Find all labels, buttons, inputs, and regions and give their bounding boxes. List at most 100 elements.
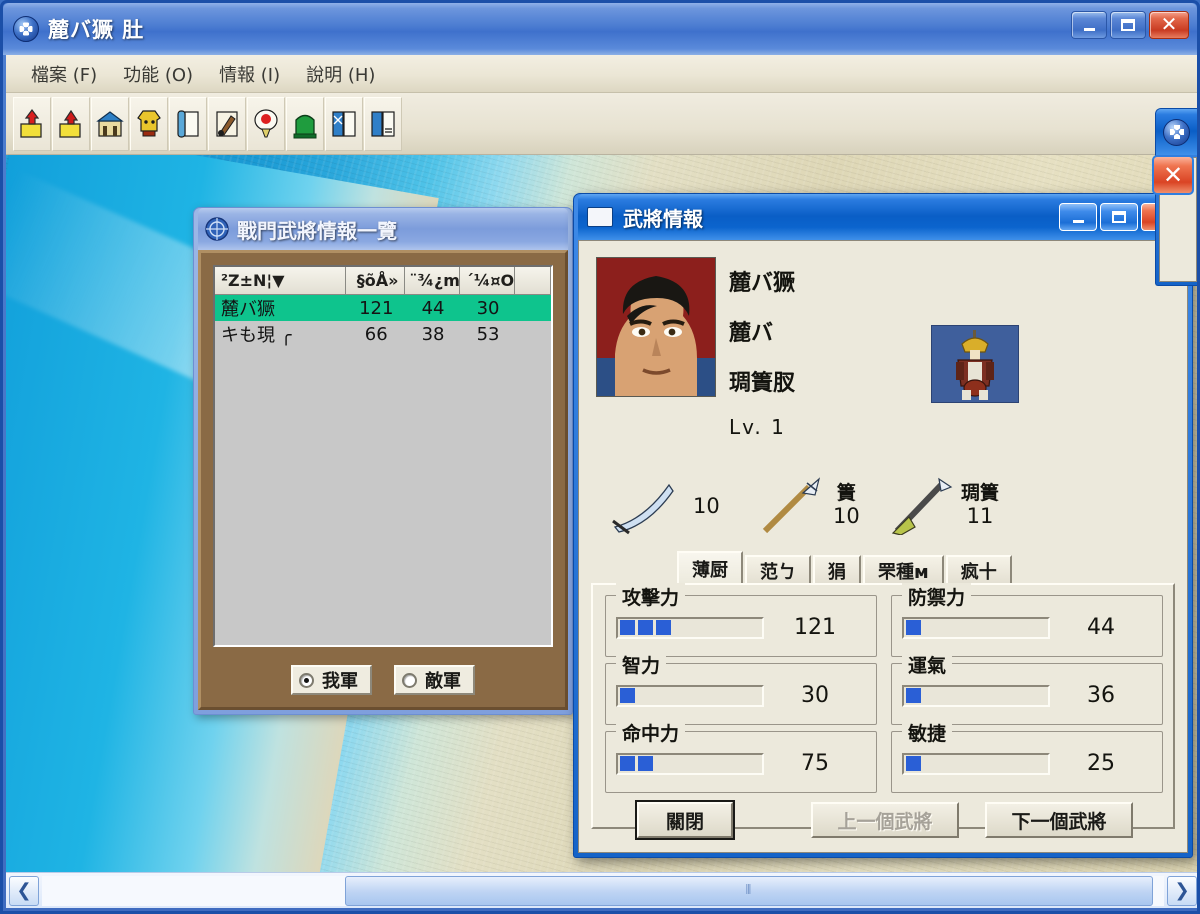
- general-info-dialog[interactable]: 武將情報 ✕: [573, 193, 1193, 858]
- general-info-body: 麓バ獗 麓バ 琱簀肞 Lv. 1 10 簀 10 琱簀 11 薄厨 范ㄅ 狷 罘…: [578, 240, 1188, 853]
- previous-general-button[interactable]: 上一個武將: [811, 802, 959, 838]
- close-icon: ✕: [1160, 11, 1178, 36]
- stat-intellect-label: 智力: [616, 651, 667, 678]
- brush-paint-icon: [216, 111, 238, 137]
- menu-file[interactable]: 檔案 (F): [18, 59, 110, 89]
- general-list-dialog[interactable]: 戰門武將情報一覽 ²Z±N¦▼ §õÅ» ¨¾¿m ´¼¤O 麓バ獗 121 4…: [193, 207, 573, 715]
- background-window-titlebar[interactable]: [1156, 109, 1197, 155]
- cell-defense: 44: [421, 297, 445, 319]
- scrollbar-thumb[interactable]: ⦀: [344, 875, 1153, 906]
- scroll-left-button[interactable]: ❮: [9, 875, 39, 906]
- table-row[interactable]: 麓バ獗 121 44 30: [215, 295, 551, 321]
- stats-column-left: 攻擊力 121 智力 30 命中力 75: [605, 583, 877, 799]
- close-dialog-button[interactable]: 關閉: [635, 800, 735, 840]
- stat-intellect-meter: [616, 684, 764, 707]
- halberd-icon: [891, 477, 953, 535]
- menu-info[interactable]: 情報 (I): [206, 59, 293, 89]
- toolbar-map-button[interactable]: [325, 97, 363, 151]
- warrior-sprite: [931, 325, 1019, 403]
- weapon-slot-spear[interactable]: 簀 10: [759, 477, 860, 535]
- tab-misc[interactable]: 疯十: [945, 555, 1012, 585]
- general-list-title: 戰門武將情報一覽: [237, 218, 397, 243]
- maximize-button[interactable]: [1110, 11, 1146, 39]
- radio-own-army[interactable]: 我軍: [291, 665, 372, 695]
- toolbar-flag-button[interactable]: [247, 97, 285, 151]
- character-full-name: 麓バ獗: [729, 271, 796, 296]
- stat-intellect-value: 30: [801, 683, 829, 708]
- toolbar-deploy-red-down-button[interactable]: [13, 97, 51, 151]
- general-info-titlebar[interactable]: 武將情報 ✕: [578, 194, 1188, 240]
- toolbar: 鍽ぇ驹 麓バ獗 計/ 1.: [6, 93, 1197, 245]
- close-button[interactable]: ✕: [1149, 11, 1189, 39]
- stat-defense-meter: [902, 616, 1050, 639]
- radio-enemy-army-label: 敵軍: [425, 671, 461, 692]
- general-info-frame: 武將情報 ✕: [573, 193, 1193, 858]
- weapon-slot-sword[interactable]: 10: [607, 477, 720, 535]
- info-minimize-button[interactable]: [1059, 203, 1097, 231]
- scroll-right-button[interactable]: ❯: [1167, 875, 1197, 906]
- weapon-slot-halberd[interactable]: 琱簀 11: [889, 477, 999, 535]
- toolbar-tower-button[interactable]: [286, 97, 324, 151]
- info-maximize-button[interactable]: [1100, 203, 1138, 231]
- toolbar-brush-button[interactable]: [208, 97, 246, 151]
- menu-help[interactable]: 說明 (H): [293, 59, 388, 89]
- toolbar-scroll-button[interactable]: [169, 97, 207, 151]
- deploy-red-up-icon: [59, 109, 81, 138]
- stat-accuracy-label: 命中力: [616, 719, 686, 746]
- radio-unselected-icon: [402, 672, 417, 688]
- stat-defense-label: 防禦力: [902, 583, 972, 610]
- stat-luck-meter: [902, 684, 1050, 707]
- stat-accuracy-meter: [616, 752, 764, 775]
- column-header-extra[interactable]: [515, 267, 551, 295]
- army-filter-radio-group: 我軍 敵軍: [201, 665, 565, 695]
- toolbar-general-button[interactable]: [130, 97, 168, 151]
- cell-name: キも現 ╭: [221, 325, 292, 346]
- general-list-frame: 戰門武將情報一覽 ²Z±N¦▼ §õÅ» ¨¾¿m ´¼¤O 麓バ獗 121 4…: [193, 207, 573, 715]
- minimize-button[interactable]: [1071, 11, 1107, 39]
- tab-stats[interactable]: 薄厨: [677, 551, 743, 585]
- stats-tab-pane: 攻擊力 121 智力 30 命中力 75 防禦力 44 運氣 36 敏捷 25: [591, 583, 1175, 829]
- main-window-controls: ✕: [1071, 11, 1189, 39]
- next-general-button[interactable]: 下一個武將: [985, 802, 1133, 838]
- cell-intellect: 30: [476, 297, 500, 319]
- scrollbar-track[interactable]: ⦀: [42, 875, 1164, 906]
- toolbar-book-button[interactable]: [364, 97, 402, 151]
- main-application-window: 麓バ獗 肚 ✕ 檔案 (F) 功能 (O) 情報 (I) 說明 (H) 戰門武將…: [0, 0, 1200, 914]
- close-icon: ✕: [1162, 161, 1184, 189]
- deploy-red-down-icon: [20, 109, 42, 138]
- column-header-intellect[interactable]: ´¼¤O: [459, 267, 516, 295]
- tab-skills[interactable]: 范ㄅ: [745, 555, 811, 585]
- general-info-title: 武將情報: [623, 206, 703, 231]
- table-row[interactable]: キも現 ╭ 66 38 53: [215, 321, 551, 347]
- radio-enemy-army[interactable]: 敵軍: [394, 665, 475, 695]
- radio-own-army-label: 我軍: [322, 671, 358, 692]
- info-tab-bar: 薄厨 范ㄅ 狷 罘種м 疯十: [677, 551, 1175, 585]
- menu-function[interactable]: 功能 (O): [110, 59, 206, 89]
- tab-troops[interactable]: 罘種м: [863, 555, 944, 585]
- background-window-edge[interactable]: 關: [1155, 108, 1197, 286]
- menubar: 檔案 (F) 功能 (O) 情報 (I) 說明 (H): [6, 55, 1197, 93]
- tab-items[interactable]: 狷: [813, 555, 861, 585]
- cell-extra: [516, 321, 551, 347]
- toolbar-deploy-red-up-button[interactable]: [52, 97, 90, 151]
- column-header-name[interactable]: ²Z±N¦▼: [215, 267, 346, 295]
- character-surname: 麓バ: [729, 321, 774, 346]
- stat-agility-meter: [902, 752, 1050, 775]
- column-header-attack[interactable]: §õÅ»: [345, 267, 405, 295]
- toolbar-city-button[interactable]: [91, 97, 129, 151]
- stat-attack-label: 攻擊力: [616, 583, 686, 610]
- weapon-halberd-label: 琱簀: [961, 482, 1000, 505]
- character-identity: 麓バ獗 麓バ 琱簀肞 Lv. 1: [729, 265, 795, 457]
- general-list-grid[interactable]: ²Z±N¦▼ §õÅ» ¨¾¿m ´¼¤O 麓バ獗 121 44 30 キも現 …: [213, 265, 553, 647]
- general-list-titlebar[interactable]: 戰門武將情報一覽: [198, 208, 568, 250]
- column-header-defense[interactable]: ¨¾¿m: [404, 267, 460, 295]
- character-style-name: 琱簀肞: [729, 371, 796, 396]
- background-window-close-button[interactable]: ✕: [1152, 155, 1194, 195]
- cell-name: 麓バ獗: [221, 299, 275, 320]
- horizontal-scrollbar[interactable]: ❮ ⦀ ❯: [6, 872, 1197, 908]
- stat-defense-value: 44: [1087, 615, 1115, 640]
- globe-icon: [205, 217, 229, 241]
- cell-extra: [516, 295, 551, 321]
- stat-defense-group: 防禦力 44: [891, 583, 1163, 657]
- stat-attack-value: 121: [794, 615, 836, 640]
